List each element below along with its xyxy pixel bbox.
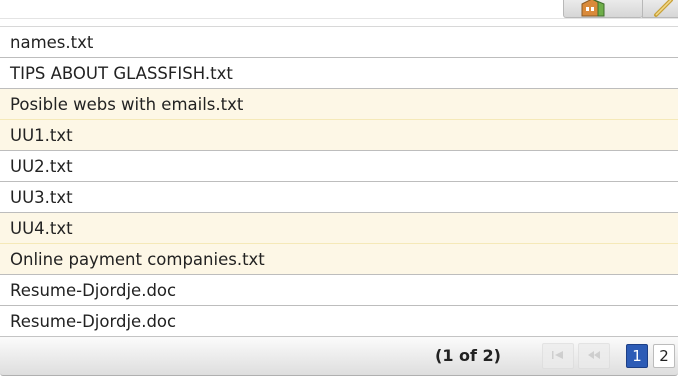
file-name: Posible webs with emails.txt: [10, 95, 244, 114]
file-name: UU1.txt: [10, 126, 73, 145]
toolbar-button-edit[interactable]: [642, 0, 678, 18]
file-row-4[interactable]: UU2.txt: [0, 151, 678, 182]
previous-page-icon: [587, 350, 601, 361]
file-row-2[interactable]: Posible webs with emails.txt: [0, 89, 678, 120]
first-page-icon: [551, 350, 565, 361]
file-name: Resume-Djordje.doc: [10, 312, 177, 331]
file-browser-panel: names.txt TIPS ABOUT GLASSFISH.txt Posib…: [0, 0, 678, 380]
file-list: names.txt TIPS ABOUT GLASSFISH.txt Posib…: [0, 26, 678, 337]
file-name: names.txt: [10, 33, 94, 52]
page-status: (1 of 2): [435, 346, 501, 365]
file-name: Resume-Djordje.doc: [10, 281, 177, 300]
file-name: UU4.txt: [10, 219, 73, 238]
file-row-3[interactable]: UU1.txt: [0, 120, 678, 151]
file-row-9[interactable]: Resume-Djordje.doc: [0, 306, 678, 337]
file-name: TIPS ABOUT GLASSFISH.txt: [10, 64, 233, 83]
file-name: Online payment companies.txt: [10, 250, 265, 269]
file-row-6[interactable]: UU4.txt: [0, 213, 678, 244]
file-row-8[interactable]: Resume-Djordje.doc: [0, 275, 678, 306]
file-name: UU3.txt: [10, 188, 73, 207]
file-row-7[interactable]: Online payment companies.txt: [0, 244, 678, 275]
page-link-2[interactable]: 2: [653, 344, 675, 368]
file-name: UU2.txt: [10, 157, 73, 176]
first-page-button[interactable]: [542, 343, 574, 369]
toolbar: [0, 0, 678, 19]
file-row-1[interactable]: TIPS ABOUT GLASSFISH.txt: [0, 58, 678, 89]
file-row-5[interactable]: UU3.txt: [0, 182, 678, 213]
file-row-0[interactable]: names.txt: [0, 27, 678, 58]
page-link-1[interactable]: 1: [626, 344, 648, 368]
previous-page-button[interactable]: [578, 343, 610, 369]
paginator: (1 of 2) 1 2: [0, 336, 678, 376]
toolbar-button-building[interactable]: [563, 0, 643, 18]
